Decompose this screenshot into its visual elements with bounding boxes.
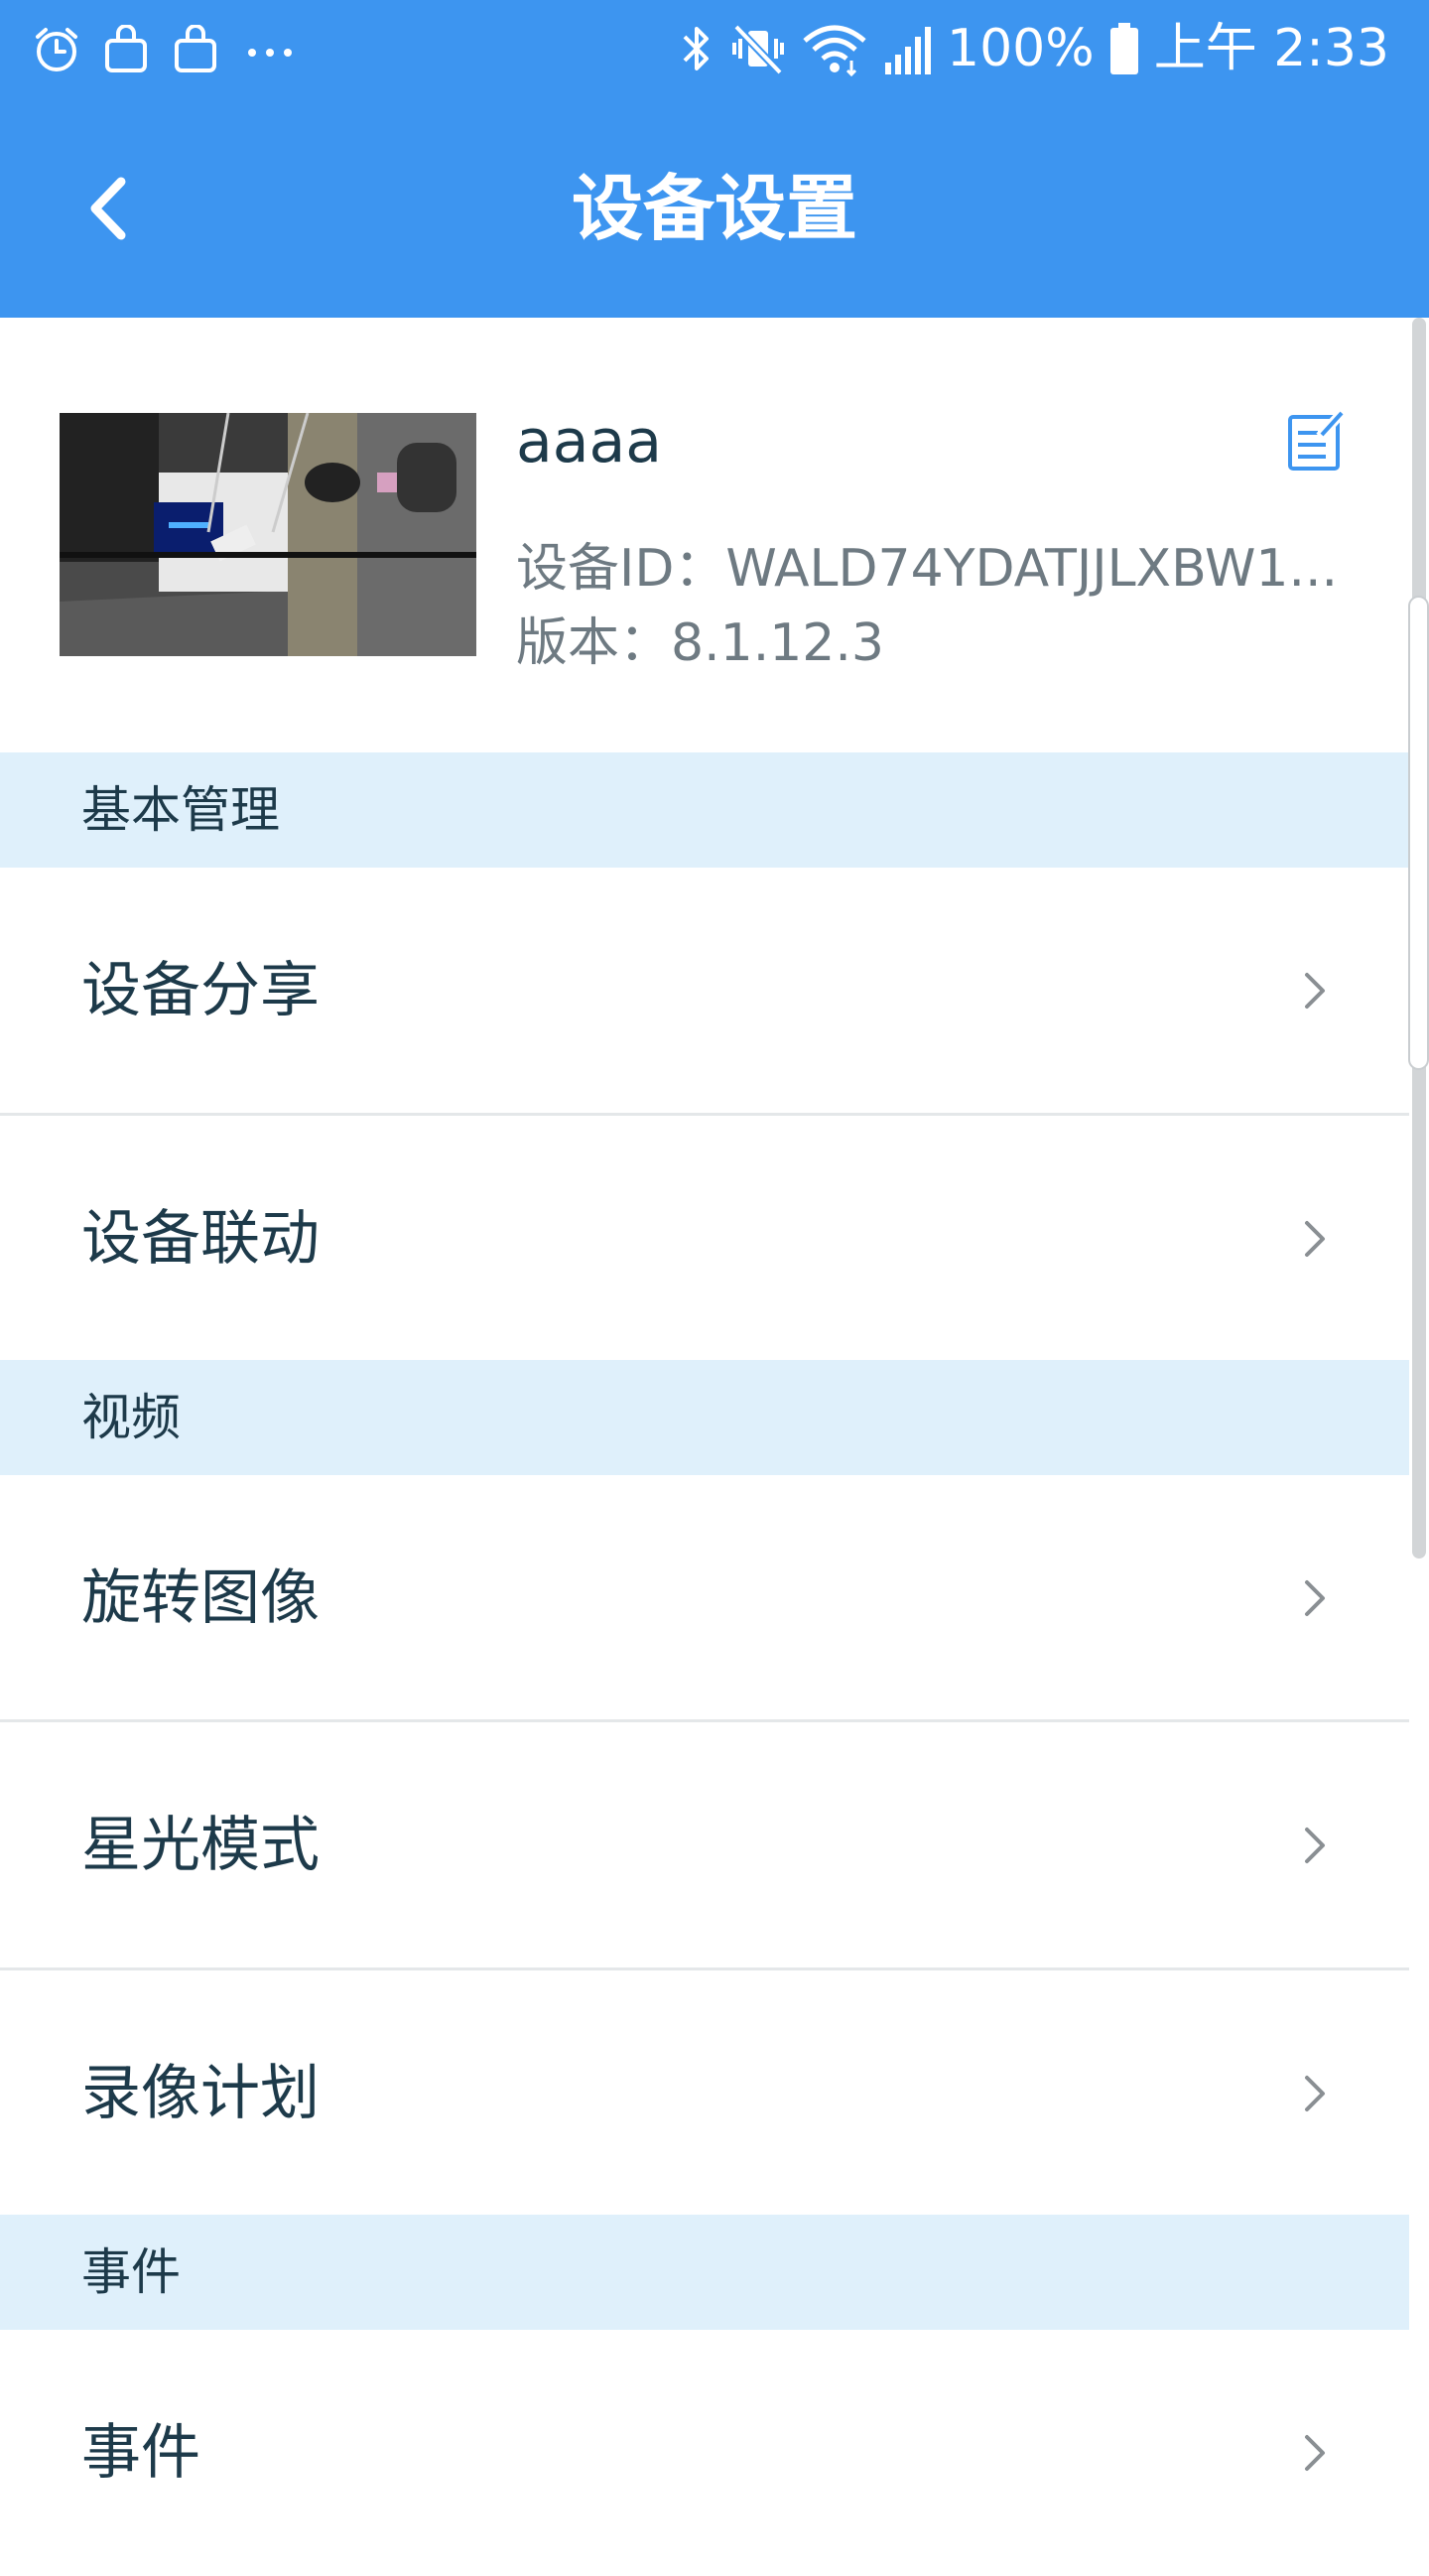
chevron-right-icon [1305,973,1325,1009]
battery-icon [1108,19,1140,78]
signal-icon [883,19,933,78]
chevron-right-icon [1305,2076,1325,2111]
chevron-right-icon [1305,1580,1325,1616]
row-starlight-mode[interactable]: 星光模式 [0,1722,1409,1968]
row-label: 设备联动 [81,1204,320,1274]
row-label: 录像计划 [81,2059,320,2128]
device-thumbnail[interactable] [60,413,476,656]
scrollbar-thumb[interactable] [1408,596,1429,1070]
shopping-bag-icon [171,25,220,74]
top-bar: 100% 上午 2:33 设备设置 [0,0,1429,318]
edit-device-button[interactable] [1282,407,1352,476]
app-bar: 设备设置 [0,104,1429,318]
battery-percent: 100% [947,19,1095,78]
alarm-icon [32,25,81,74]
row-label: 设备分享 [81,956,320,1025]
section-title-video: 视频 [81,1389,181,1446]
row-device-linkage[interactable]: 设备联动 [0,1116,1409,1362]
device-version: 版本：8.1.12.3 [516,613,885,673]
status-right-icons: 100% 上午 2:33 [677,14,1389,83]
section-title-events: 事件 [81,2243,181,2301]
shopping-bag-icon [101,25,151,74]
row-events[interactable]: 事件 [0,2330,1409,2576]
edit-icon [1288,409,1346,471]
chevron-right-icon [1305,2435,1325,2471]
row-recording-schedule[interactable]: 录像计划 [0,1970,1409,2217]
section-header-events: 事件 [0,2215,1409,2330]
device-info-card: aaaa 设备ID：WALD74YDATJJLXBW1... 版本：8.1.12… [0,318,1409,752]
section-header-basic: 基本管理 [0,752,1409,868]
section-title-basic: 基本管理 [81,781,280,839]
row-label: 事件 [81,2418,200,2488]
device-name: aaaa [516,407,663,476]
wifi-icon [800,19,869,78]
status-bar: 100% 上午 2:33 [0,0,1429,104]
bluetooth-icon [677,19,716,78]
chevron-right-icon [1305,1828,1325,1863]
vibrate-mute-icon [730,19,786,78]
back-button[interactable] [60,154,159,263]
chevron-left-icon [90,177,126,240]
row-rotate-image[interactable]: 旋转图像 [0,1475,1409,1721]
status-left-icons [32,20,300,79]
section-header-video: 视频 [0,1360,1409,1475]
row-label: 旋转图像 [81,1563,320,1633]
page-title: 设备设置 [571,167,857,250]
status-time: 上午 2:33 [1153,19,1389,78]
chevron-right-icon [1305,1221,1325,1257]
more-dots-icon [240,25,300,74]
device-id: 设备ID：WALD74YDATJJLXBW1... [516,539,1339,599]
row-device-share[interactable]: 设备分享 [0,868,1409,1114]
row-label: 星光模式 [81,1811,320,1880]
